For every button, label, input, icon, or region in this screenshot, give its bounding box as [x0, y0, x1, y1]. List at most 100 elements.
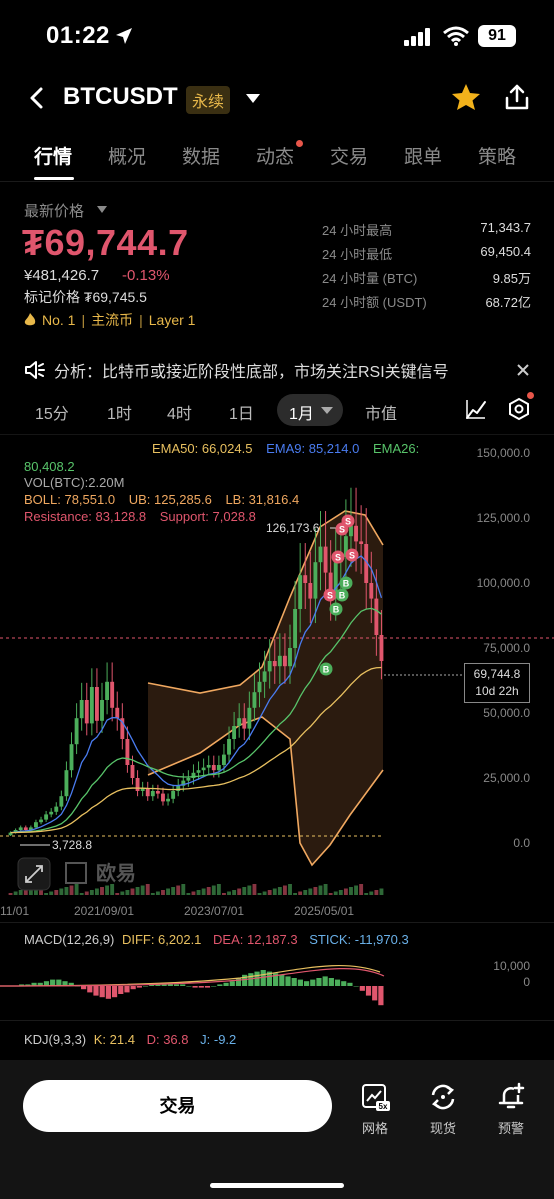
volume-bar — [237, 888, 242, 895]
stat-value: 9.85万 — [492, 271, 531, 286]
stat-value: 68.72亿 — [485, 295, 531, 310]
volume-bar — [257, 893, 262, 895]
volume-bar — [196, 890, 201, 895]
interval-1h[interactable]: 1时 — [107, 400, 132, 424]
candle-down — [94, 687, 99, 721]
macd-histogram-bar — [303, 981, 310, 986]
cny-price: ¥481,426.7 — [24, 267, 100, 284]
tab-data[interactable]: 数据 — [182, 142, 220, 169]
candle-up — [69, 744, 74, 771]
candle-up — [100, 700, 104, 721]
alert-button[interactable]: 预警 — [489, 1082, 533, 1137]
macd-histogram-bar — [192, 986, 198, 988]
candle-down — [211, 765, 216, 771]
candle-up — [277, 655, 282, 667]
legend-volume: VOL(BTC):2.20M — [24, 475, 125, 490]
candle-up — [54, 806, 59, 812]
tab-copy-trading[interactable]: 跟单 — [404, 142, 442, 169]
candle-up — [59, 796, 64, 807]
macd-histogram-bar — [211, 986, 217, 987]
alert-label: 预警 — [497, 1121, 524, 1136]
y-axis-label: 0.0 — [513, 836, 530, 850]
candle-up — [349, 525, 353, 537]
rank-tags: No. 1 | 主流币 | Layer 1 — [24, 310, 195, 330]
tag-separator: | — [139, 312, 143, 328]
grid-button[interactable]: 5x 网格 — [353, 1082, 397, 1137]
rank-label[interactable]: No. 1 — [42, 312, 75, 328]
volume-bar — [181, 884, 186, 895]
market-tabs: 行情 概况 数据 动态 交易 跟单 策略 — [0, 138, 554, 182]
symbol-title[interactable]: BTCUSDT — [63, 83, 178, 111]
tab-overview[interactable]: 概况 — [108, 142, 146, 169]
tag-layer1[interactable]: Layer 1 — [149, 312, 196, 328]
tab-market[interactable]: 行情 — [34, 142, 72, 169]
volume-bar — [277, 887, 282, 895]
analysis-banner[interactable]: 分析：比特币或接近阶段性底部，市场关注RSI关键信号 — [0, 356, 554, 384]
interval-4h[interactable]: 4时 — [167, 400, 192, 424]
tag-mainstream[interactable]: 主流币 — [91, 310, 133, 330]
volume-bar — [145, 884, 150, 895]
volume-bar — [18, 890, 23, 895]
candle-up — [298, 575, 303, 609]
candle-down — [354, 525, 358, 542]
macd-histogram-bar — [223, 982, 229, 986]
back-arrow-icon[interactable] — [26, 86, 50, 110]
spot-button[interactable]: 现货 — [421, 1082, 465, 1137]
volume-bar — [150, 893, 155, 895]
tab-feed[interactable]: 动态 — [256, 142, 294, 169]
candle-down — [242, 718, 247, 729]
volume-bar — [262, 891, 267, 895]
volume-bar — [120, 891, 125, 895]
battery-indicator: 91 — [478, 25, 516, 47]
macd-chart-svg[interactable]: 10,000 0 — [0, 950, 554, 1014]
change-percent: -0.13% — [122, 267, 170, 284]
candle-down — [359, 541, 364, 544]
drawing-tools-icon[interactable] — [465, 398, 487, 420]
macd-histogram-bar — [105, 986, 111, 999]
candle-down — [303, 575, 308, 583]
macd-histogram-bar — [124, 986, 130, 993]
volume-bar — [211, 885, 216, 895]
indicator-settings-icon[interactable] — [507, 397, 531, 421]
share-icon[interactable] — [503, 83, 531, 111]
candle-up — [252, 692, 257, 708]
favorite-star-icon[interactable] — [451, 82, 481, 112]
volume-bar — [100, 887, 104, 895]
volume-bar — [49, 891, 54, 895]
volume-bar — [69, 885, 74, 895]
kdj-legend: KDJ(9,3,3) K: 21.4 D: 36.8 J: -9.2 — [24, 1032, 236, 1047]
trade-button[interactable]: 交易 — [23, 1080, 332, 1132]
interval-15m[interactable]: 15分 — [35, 400, 69, 424]
close-icon[interactable] — [517, 364, 529, 376]
candle-down — [282, 655, 287, 667]
symbol-dropdown-icon[interactable] — [246, 94, 260, 104]
interval-1d[interactable]: 1日 — [229, 400, 254, 424]
candle-down — [374, 598, 379, 635]
volume-bar — [242, 887, 247, 895]
interval-1m-active[interactable]: 1月 — [277, 394, 343, 426]
candle-down — [155, 791, 160, 794]
macd-histogram-bar — [142, 986, 149, 987]
candle-up — [166, 798, 170, 802]
macd-histogram-bar — [297, 979, 303, 986]
active-tab-indicator — [34, 177, 74, 180]
feed-notification-dot — [296, 140, 303, 147]
candle-up — [171, 791, 176, 799]
volume-bar — [232, 890, 237, 895]
interval-market-cap[interactable]: 市值 — [365, 400, 397, 424]
macd-histogram-bar — [365, 986, 372, 996]
latest-price-label[interactable]: 最新价格 — [24, 200, 84, 221]
macd-histogram-bar — [334, 979, 341, 986]
price-chart[interactable]: 150,000.0 125,000.0 100,000.0 75,000.0 50,00… — [0, 434, 554, 918]
macd-histogram-bar — [291, 978, 297, 986]
tab-strategy[interactable]: 策略 — [478, 142, 516, 169]
candle-up — [222, 754, 226, 765]
analysis-text[interactable]: 分析：比特币或接近阶段性底部，市场关注RSI关键信号 — [54, 358, 449, 382]
kdj-d: D: 36.8 — [146, 1032, 189, 1047]
price-type-dropdown-icon[interactable] — [97, 206, 107, 213]
legend-row-levels: Resistance: 83,128.8 Support: 7,028.8 — [24, 509, 256, 524]
price-tag-countdown: 10d 22h — [475, 684, 519, 698]
volume-bar — [343, 888, 348, 895]
tab-trade[interactable]: 交易 — [330, 142, 368, 169]
signal-label: B — [323, 665, 330, 675]
